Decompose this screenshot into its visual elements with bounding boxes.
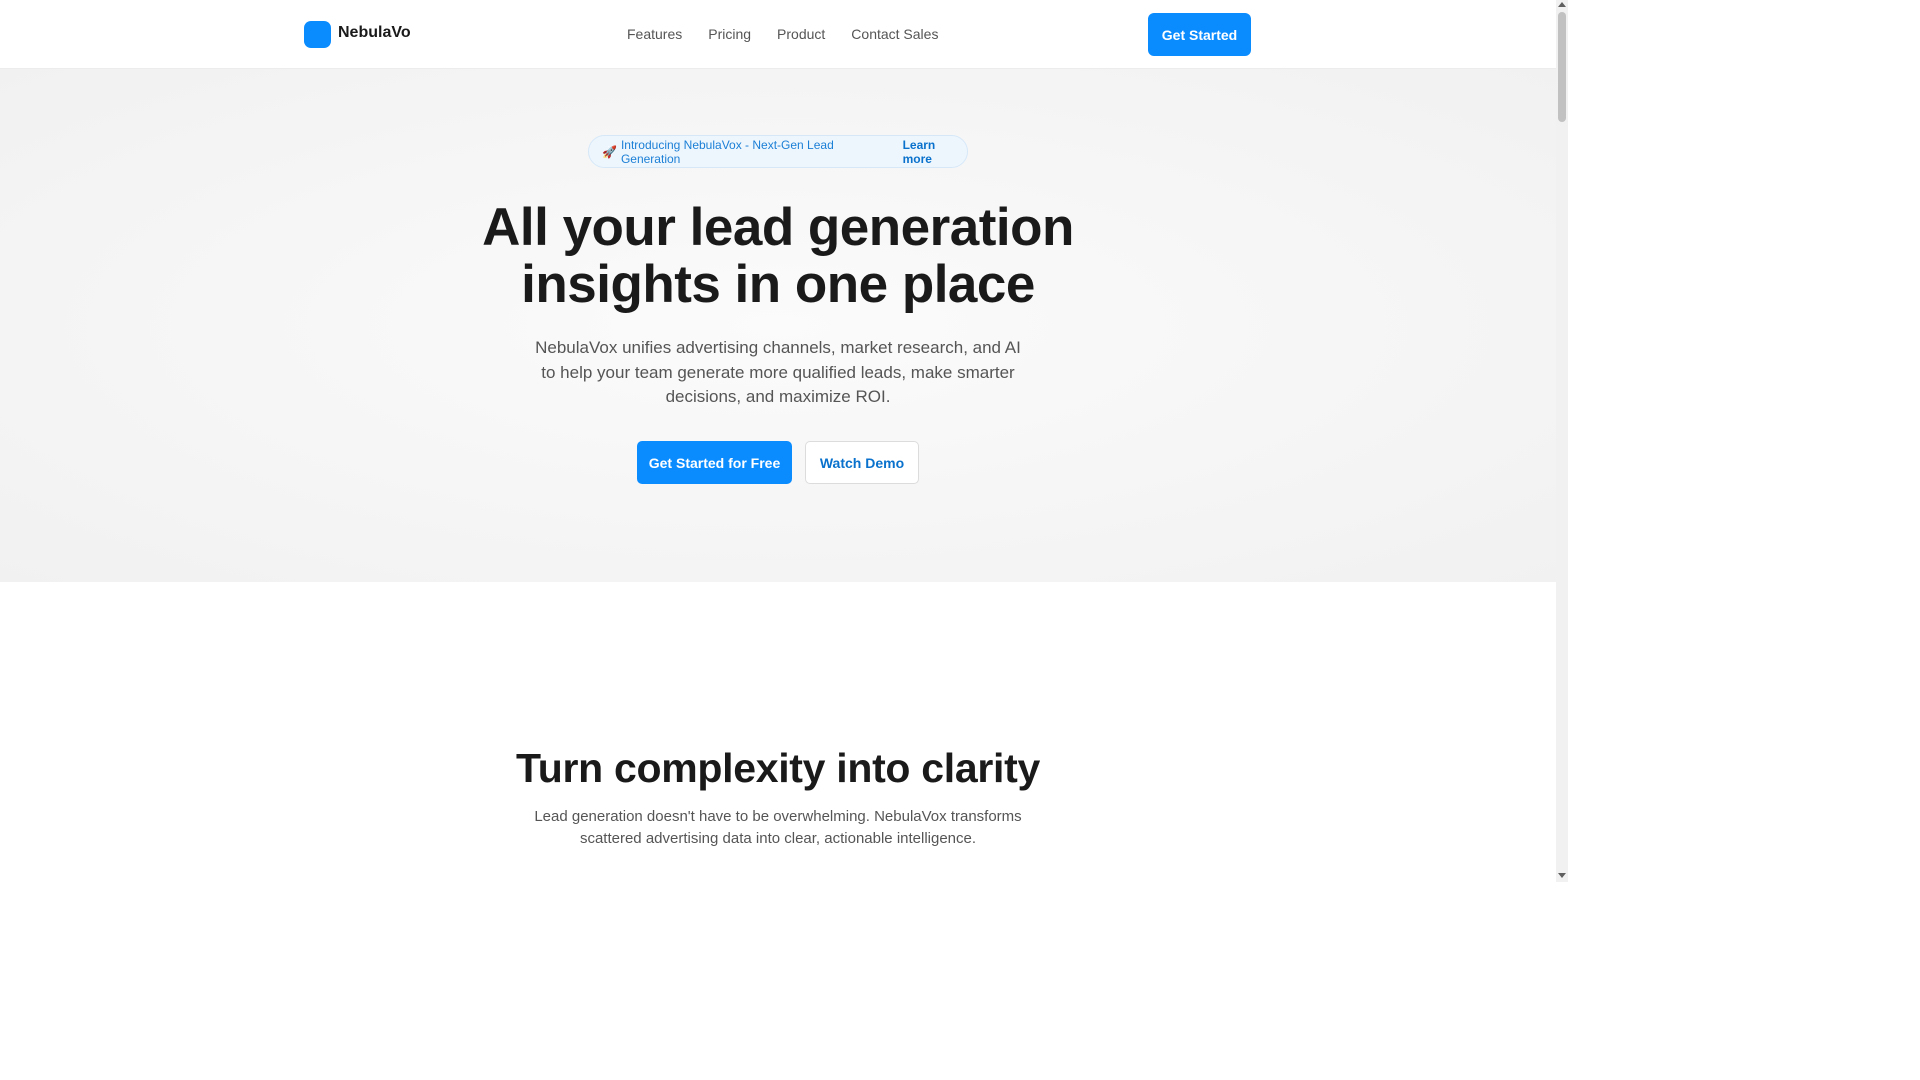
scroll-up-arrow-icon[interactable] — [1558, 2, 1566, 7]
hero-subtitle: NebulaVox unifies advertising channels, … — [535, 338, 1021, 406]
hero-section: 🚀 Introducing NebulaVox - Next-Gen Lead … — [0, 69, 1556, 582]
announcement-text: Introducing NebulaVox - Next-Gen Lead Ge… — [620, 137, 834, 166]
scrollbar-thumb[interactable] — [1558, 12, 1566, 122]
nav-link-pricing[interactable]: Pricing — [708, 26, 751, 42]
get-started-button[interactable]: Get Started — [1148, 13, 1251, 56]
scroll-down-arrow-icon[interactable] — [1558, 873, 1566, 878]
brand[interactable]: NebulaVo — [304, 21, 411, 48]
nav-links: Features Pricing Product Contact Sales — [627, 26, 964, 42]
brand-name: NebulaVo — [338, 24, 411, 41]
rocket-icon: 🚀 — [602, 144, 617, 159]
landing-page: NebulaVo Features Pricing Product Contac… — [0, 0, 1556, 882]
learn-more-link[interactable]: Learn more — [903, 138, 967, 166]
hero-title: All your lead generation insights in one… — [0, 199, 1556, 313]
get-started-free-button[interactable]: Get Started for Free — [637, 441, 792, 484]
hero-title-line-2: insights in one place — [521, 255, 1035, 314]
nav-link-product[interactable]: Product — [777, 26, 825, 42]
section-subtitle: Lead generation doesn't have to be overw… — [534, 808, 1022, 847]
nav-link-contact-sales[interactable]: Contact Sales — [851, 26, 938, 42]
watch-demo-button[interactable]: Watch Demo — [805, 441, 919, 484]
nav-link-features[interactable]: Features — [627, 26, 682, 42]
logo-square-icon — [304, 21, 331, 48]
section-title: Turn complexity into clarity — [516, 745, 1040, 791]
vertical-scrollbar[interactable] — [1556, 0, 1568, 882]
hero-title-line-1: All your lead generation — [482, 198, 1074, 257]
top-navigation: NebulaVo Features Pricing Product Contac… — [0, 0, 1556, 69]
announcement-pill[interactable]: 🚀 Introducing NebulaVox - Next-Gen Lead … — [588, 135, 968, 168]
